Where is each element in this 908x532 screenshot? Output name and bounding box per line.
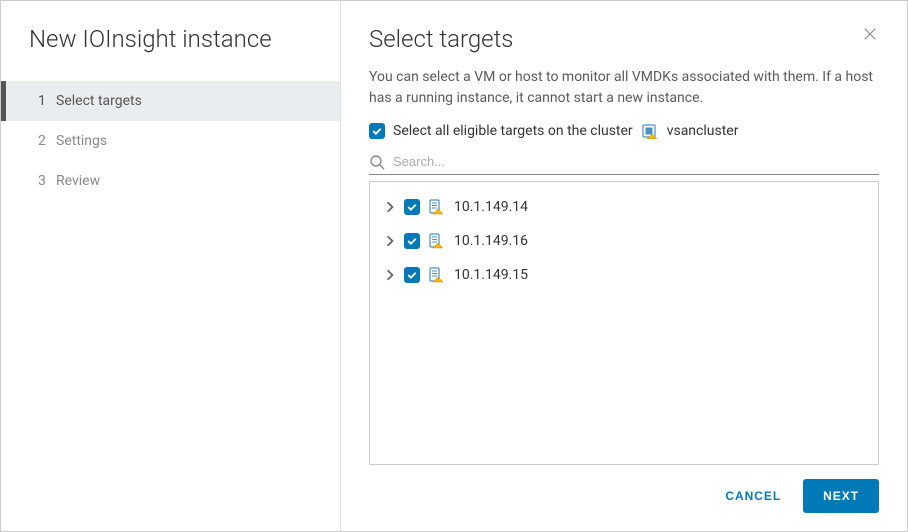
wizard-title: New IOInsight instance <box>1 25 340 81</box>
page-title: Select targets <box>369 25 879 53</box>
target-row[interactable]: 10.1.149.15 <box>370 258 878 292</box>
target-row[interactable]: 10.1.149.14 <box>370 190 878 224</box>
close-button[interactable] <box>861 25 879 47</box>
target-checkbox[interactable] <box>404 199 420 215</box>
host-icon <box>428 199 444 215</box>
search-input[interactable] <box>391 153 879 170</box>
step-settings[interactable]: 2 Settings <box>1 121 340 161</box>
step-label: Settings <box>56 133 107 149</box>
cancel-button[interactable]: CANCEL <box>709 479 797 513</box>
search-icon <box>369 154 385 170</box>
step-label: Review <box>56 173 100 189</box>
checkmark-icon <box>371 125 383 137</box>
select-all-label: Select all eligible targets on the clust… <box>393 123 633 139</box>
target-label: 10.1.149.14 <box>454 199 528 215</box>
wizard-content: Select targets You can select a VM or ho… <box>341 1 907 531</box>
close-icon <box>861 25 879 43</box>
step-label: Select targets <box>56 93 142 109</box>
dialog-footer: CANCEL NEXT <box>369 465 879 513</box>
wizard-sidebar: New IOInsight instance 1 Select targets … <box>1 1 341 531</box>
expand-caret[interactable] <box>384 235 396 247</box>
step-review[interactable]: 3 Review <box>1 161 340 201</box>
wizard-dialog: New IOInsight instance 1 Select targets … <box>0 0 908 532</box>
checkmark-icon <box>406 201 418 213</box>
expand-caret[interactable] <box>384 201 396 213</box>
select-all-checkbox[interactable] <box>369 123 385 139</box>
host-icon <box>428 233 444 249</box>
checkmark-icon <box>406 269 418 281</box>
target-checkbox[interactable] <box>404 233 420 249</box>
target-label: 10.1.149.16 <box>454 233 528 249</box>
target-label: 10.1.149.15 <box>454 267 528 283</box>
targets-tree: 10.1.149.14 10.1.149.16 <box>369 181 879 465</box>
search-field[interactable] <box>369 149 879 175</box>
step-select-targets[interactable]: 1 Select targets <box>1 81 340 121</box>
cluster-icon <box>641 123 657 139</box>
cluster-name: vsancluster <box>667 123 739 139</box>
target-checkbox[interactable] <box>404 267 420 283</box>
next-button[interactable]: NEXT <box>803 479 879 513</box>
wizard-steps: 1 Select targets 2 Settings 3 Review <box>1 81 340 201</box>
select-all-row[interactable]: Select all eligible targets on the clust… <box>369 123 879 139</box>
chevron-right-icon <box>384 235 396 247</box>
checkmark-icon <box>406 235 418 247</box>
step-number: 1 <box>38 93 56 109</box>
host-icon <box>428 267 444 283</box>
chevron-right-icon <box>384 201 396 213</box>
step-number: 2 <box>38 133 56 149</box>
chevron-right-icon <box>384 269 396 281</box>
page-description: You can select a VM or host to monitor a… <box>369 67 879 109</box>
target-row[interactable]: 10.1.149.16 <box>370 224 878 258</box>
step-number: 3 <box>38 173 56 189</box>
expand-caret[interactable] <box>384 269 396 281</box>
